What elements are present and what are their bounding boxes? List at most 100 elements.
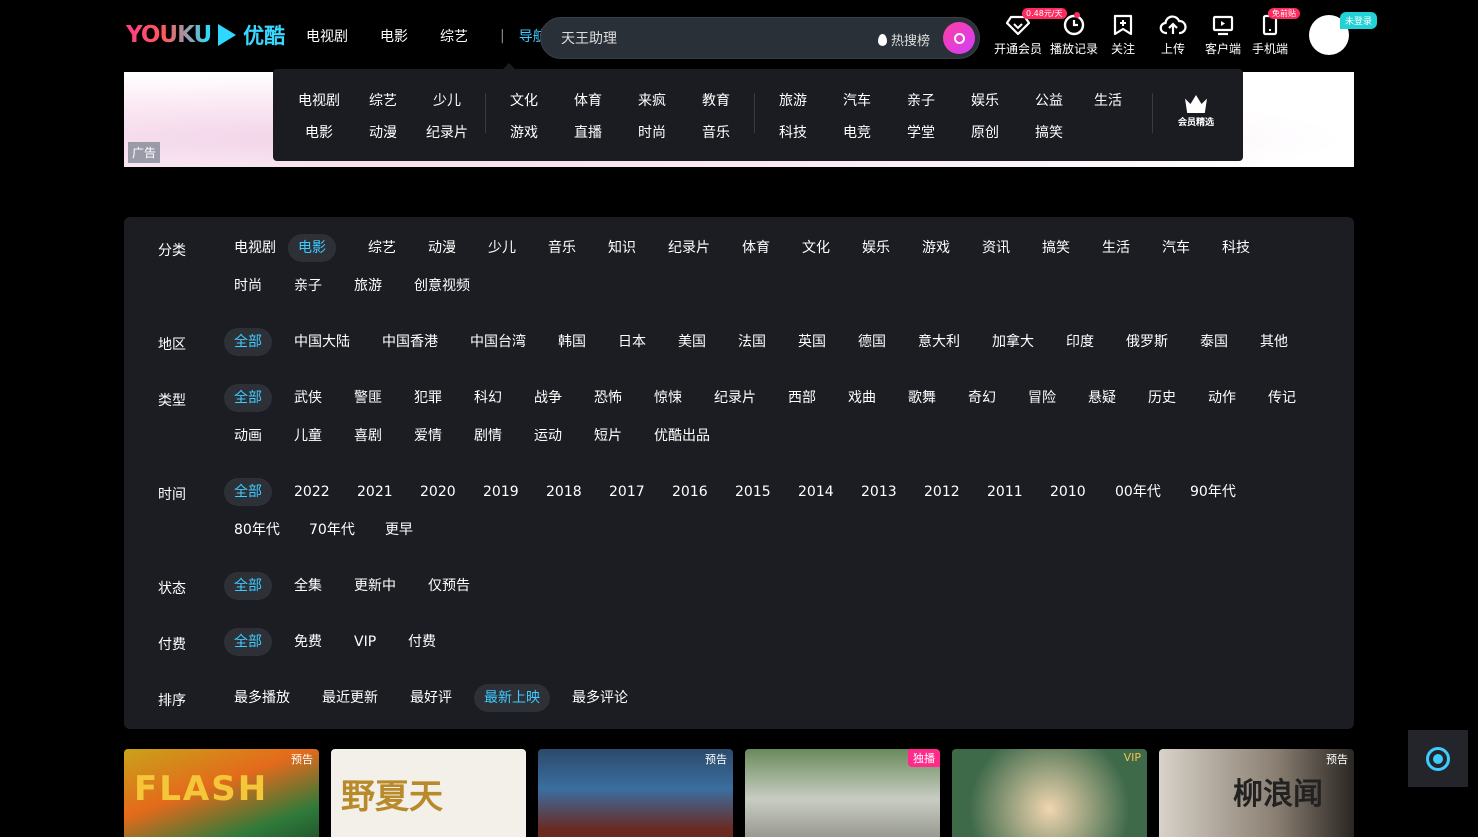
channel-link[interactable]: 动漫 bbox=[369, 122, 397, 142]
filter-option[interactable]: 全部 bbox=[224, 572, 272, 600]
filter-option[interactable]: 加拿大 bbox=[982, 328, 1044, 356]
filter-option[interactable]: 更新中 bbox=[344, 572, 406, 600]
filter-option[interactable]: 创意视频 bbox=[404, 272, 480, 300]
filter-option[interactable]: 动作 bbox=[1198, 384, 1246, 412]
filter-option[interactable]: 泰国 bbox=[1190, 328, 1238, 356]
filter-option[interactable]: 美国 bbox=[668, 328, 716, 356]
filter-option[interactable]: 中国香港 bbox=[372, 328, 448, 356]
client-button[interactable]: 客户端 bbox=[1198, 10, 1248, 57]
channel-link[interactable]: 电影 bbox=[305, 122, 333, 142]
filter-option[interactable]: 文化 bbox=[792, 234, 840, 262]
filter-option[interactable]: 日本 bbox=[608, 328, 656, 356]
filter-option[interactable]: 2019 bbox=[473, 478, 529, 506]
filter-option[interactable]: 全部 bbox=[224, 384, 272, 412]
mobile-button[interactable]: 免前贴 手机端 bbox=[1248, 8, 1300, 57]
movie-poster-card[interactable]: 野夏天 bbox=[331, 749, 526, 837]
channel-link[interactable]: 生活 bbox=[1094, 90, 1122, 110]
filter-option[interactable]: 印度 bbox=[1056, 328, 1104, 356]
filter-option[interactable]: 英国 bbox=[788, 328, 836, 356]
channel-link[interactable]: 综艺 bbox=[369, 90, 397, 110]
movie-poster-card[interactable]: FLASH 预告 bbox=[124, 749, 319, 837]
filter-option[interactable]: 2012 bbox=[914, 478, 970, 506]
filter-option[interactable]: 传记 bbox=[1258, 384, 1306, 412]
filter-option[interactable]: 剧情 bbox=[464, 422, 512, 450]
filter-option[interactable]: 生活 bbox=[1092, 234, 1140, 262]
filter-option[interactable]: 00年代 bbox=[1105, 478, 1171, 506]
filter-option[interactable]: 犯罪 bbox=[404, 384, 452, 412]
filter-option[interactable]: 纪录片 bbox=[658, 234, 720, 262]
channel-link[interactable]: 文化 bbox=[510, 90, 538, 110]
filter-option[interactable]: 亲子 bbox=[284, 272, 332, 300]
channel-link[interactable]: 电竞 bbox=[843, 122, 871, 142]
filter-option[interactable]: 综艺 bbox=[358, 234, 406, 262]
filter-option[interactable]: 全部 bbox=[224, 628, 272, 656]
filter-option[interactable]: 歌舞 bbox=[898, 384, 946, 412]
channel-link[interactable]: 电视剧 bbox=[298, 90, 340, 110]
filter-option[interactable]: 旅游 bbox=[344, 272, 392, 300]
filter-option[interactable]: 西部 bbox=[778, 384, 826, 412]
filter-option[interactable]: 最新上映 bbox=[474, 684, 550, 712]
filter-option[interactable]: 战争 bbox=[524, 384, 572, 412]
channel-link[interactable]: 公益 bbox=[1035, 90, 1063, 110]
nav-tv[interactable]: 电视剧 bbox=[306, 26, 348, 46]
filter-option[interactable]: 全集 bbox=[284, 572, 332, 600]
vip-picks-link[interactable]: 会员精选 bbox=[1176, 95, 1216, 128]
filter-option[interactable]: 汽车 bbox=[1152, 234, 1200, 262]
filter-option[interactable]: 80年代 bbox=[224, 516, 290, 544]
channel-link[interactable]: 体育 bbox=[574, 90, 602, 110]
filter-option[interactable]: 警匪 bbox=[344, 384, 392, 412]
filter-option[interactable]: 2013 bbox=[851, 478, 907, 506]
filter-option[interactable]: 韩国 bbox=[548, 328, 596, 356]
filter-option[interactable]: 历史 bbox=[1138, 384, 1186, 412]
channel-link[interactable]: 旅游 bbox=[779, 90, 807, 110]
filter-option[interactable]: 动漫 bbox=[418, 234, 466, 262]
filter-option[interactable]: 科幻 bbox=[464, 384, 512, 412]
filter-option[interactable]: 儿童 bbox=[284, 422, 332, 450]
filter-option[interactable]: 其他 bbox=[1250, 328, 1298, 356]
channel-link[interactable]: 汽车 bbox=[843, 90, 871, 110]
channel-link[interactable]: 来疯 bbox=[638, 90, 666, 110]
follow-button[interactable]: 关注 bbox=[1106, 10, 1140, 57]
channel-link[interactable]: 学堂 bbox=[907, 122, 935, 142]
filter-option[interactable]: 悬疑 bbox=[1078, 384, 1126, 412]
filter-option[interactable]: 2014 bbox=[788, 478, 844, 506]
filter-option[interactable]: 音乐 bbox=[538, 234, 586, 262]
filter-option[interactable]: 2016 bbox=[662, 478, 718, 506]
filter-option[interactable]: 电影 bbox=[288, 234, 336, 262]
filter-option[interactable]: 游戏 bbox=[912, 234, 960, 262]
movie-poster-card[interactable]: 预告 bbox=[538, 749, 733, 837]
filter-option[interactable]: 俄罗斯 bbox=[1116, 328, 1178, 356]
channel-link[interactable]: 音乐 bbox=[702, 122, 730, 142]
channel-link[interactable]: 游戏 bbox=[510, 122, 538, 142]
filter-option[interactable]: 科技 bbox=[1212, 234, 1260, 262]
nav-variety[interactable]: 综艺 bbox=[440, 26, 468, 46]
filter-option[interactable]: 最近更新 bbox=[312, 684, 388, 712]
filter-option[interactable]: 搞笑 bbox=[1032, 234, 1080, 262]
filter-option[interactable]: 免费 bbox=[284, 628, 332, 656]
filter-option[interactable]: 喜剧 bbox=[344, 422, 392, 450]
filter-option[interactable]: 最好评 bbox=[400, 684, 462, 712]
filter-option[interactable]: 戏曲 bbox=[838, 384, 886, 412]
channel-link[interactable]: 娱乐 bbox=[971, 90, 999, 110]
filter-option[interactable]: 2017 bbox=[599, 478, 655, 506]
filter-option[interactable]: 最多评论 bbox=[562, 684, 638, 712]
search-input[interactable] bbox=[561, 18, 861, 58]
filter-option[interactable]: 恐怖 bbox=[584, 384, 632, 412]
filter-option[interactable]: 娱乐 bbox=[852, 234, 900, 262]
filter-option[interactable]: 2020 bbox=[410, 478, 466, 506]
hot-search-link[interactable]: 热搜榜 bbox=[878, 30, 930, 49]
nav-movie[interactable]: 电影 bbox=[380, 26, 408, 46]
filter-option[interactable]: 意大利 bbox=[908, 328, 970, 356]
filter-option[interactable]: 纪录片 bbox=[704, 384, 766, 412]
movie-poster-card[interactable]: 柳浪闻 预告 bbox=[1159, 749, 1354, 837]
search-button[interactable] bbox=[943, 22, 975, 54]
customer-service-button[interactable] bbox=[1408, 730, 1468, 787]
filter-option[interactable]: 运动 bbox=[524, 422, 572, 450]
channel-link[interactable]: 科技 bbox=[779, 122, 807, 142]
filter-option[interactable]: 中国台湾 bbox=[460, 328, 536, 356]
channel-link[interactable]: 直播 bbox=[574, 122, 602, 142]
filter-option[interactable]: 全部 bbox=[224, 328, 272, 356]
filter-option[interactable]: 优酷出品 bbox=[644, 422, 720, 450]
filter-option[interactable]: 体育 bbox=[732, 234, 780, 262]
filter-option[interactable]: 2011 bbox=[977, 478, 1033, 506]
